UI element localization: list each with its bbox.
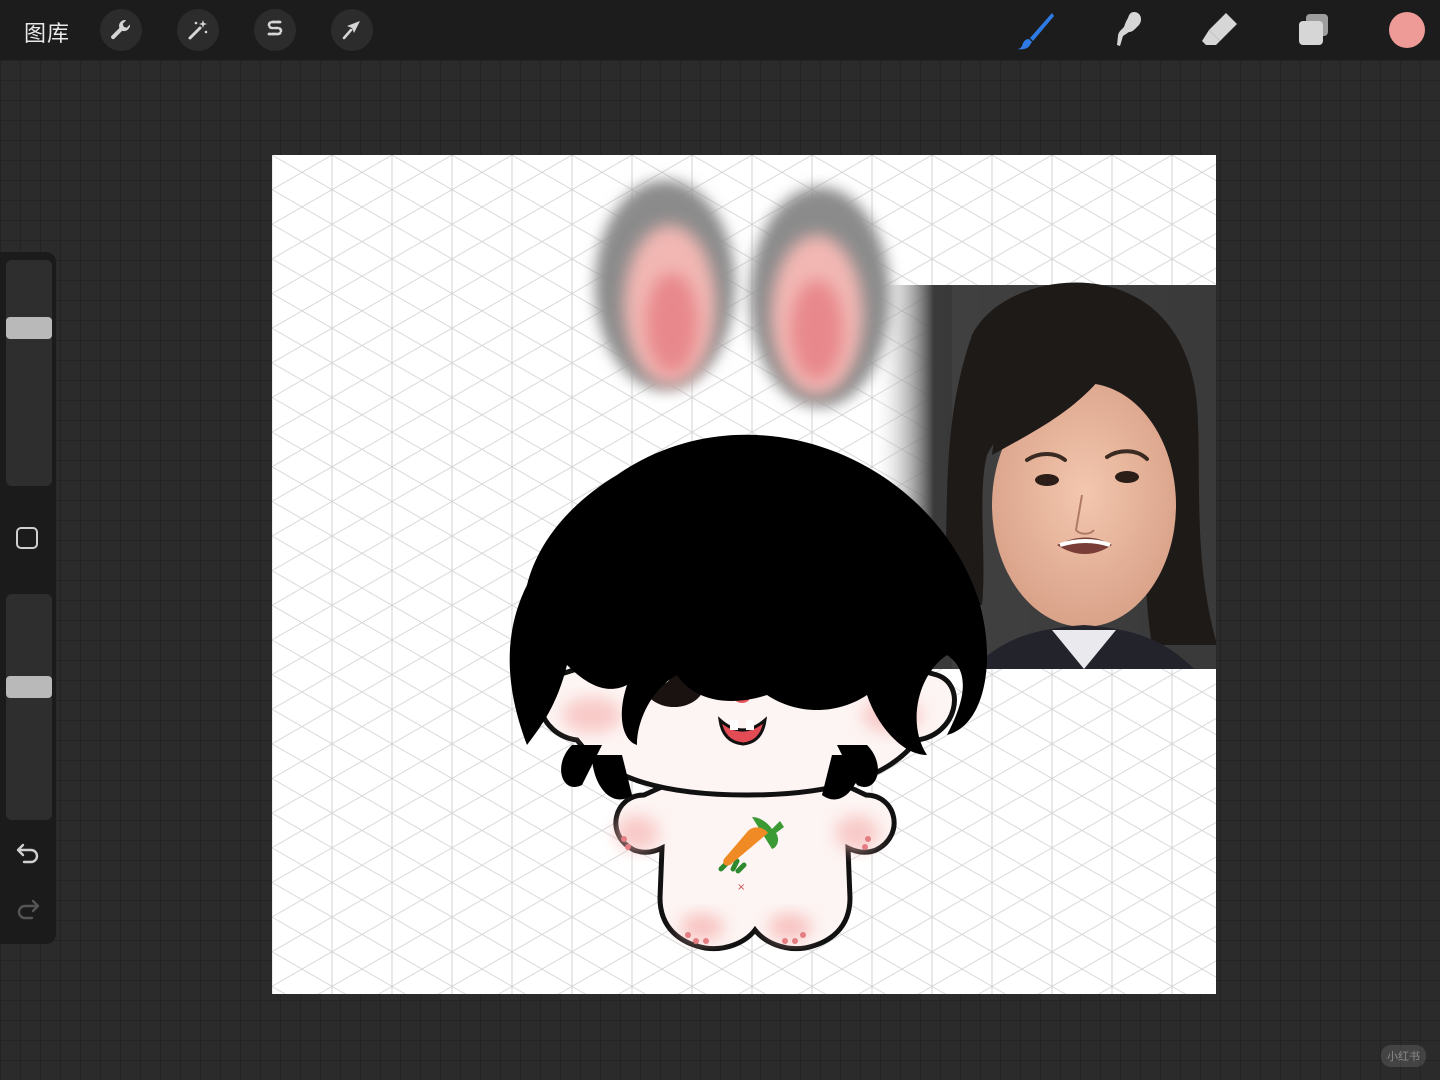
brush-size-slider[interactable] bbox=[6, 260, 52, 486]
undo-button[interactable] bbox=[14, 839, 42, 867]
left-sidebar bbox=[0, 252, 56, 944]
watermark: 小红书 bbox=[1381, 1045, 1426, 1067]
eraser-icon bbox=[1202, 13, 1237, 45]
brush-size-slider-thumb[interactable] bbox=[6, 317, 52, 339]
canvas-artwork: × bbox=[272, 155, 1216, 994]
arrow-cursor-icon bbox=[342, 21, 360, 40]
selection-button[interactable] bbox=[254, 9, 296, 51]
eraser-tool-button[interactable] bbox=[1198, 8, 1242, 52]
opacity-slider-thumb[interactable] bbox=[6, 676, 52, 698]
opacity-slider[interactable] bbox=[6, 594, 52, 820]
layers-button[interactable] bbox=[1292, 8, 1336, 52]
top-toolbar: 图库 bbox=[0, 0, 1440, 60]
transform-button[interactable] bbox=[331, 9, 373, 51]
smudge-tool-button[interactable] bbox=[1105, 8, 1149, 52]
color-picker-swatch[interactable] bbox=[1389, 12, 1425, 48]
svg-text:×: × bbox=[737, 882, 745, 893]
modify-button[interactable] bbox=[16, 527, 38, 549]
adjustments-button[interactable] bbox=[177, 9, 219, 51]
actions-button[interactable] bbox=[100, 9, 142, 51]
selection-s-icon bbox=[267, 20, 283, 36]
redo-button[interactable] bbox=[14, 895, 42, 923]
drawing-canvas[interactable]: × bbox=[272, 155, 1216, 994]
magic-wand-icon bbox=[188, 20, 208, 40]
undo-icon bbox=[16, 843, 39, 864]
gallery-button[interactable]: 图库 bbox=[24, 16, 70, 48]
brush-icon bbox=[1017, 13, 1054, 50]
redo-icon bbox=[17, 899, 40, 920]
layers-icon bbox=[1299, 14, 1328, 45]
smudge-finger-icon bbox=[1117, 12, 1141, 46]
brush-tool-button[interactable] bbox=[1012, 8, 1056, 52]
wrench-icon bbox=[111, 20, 131, 40]
